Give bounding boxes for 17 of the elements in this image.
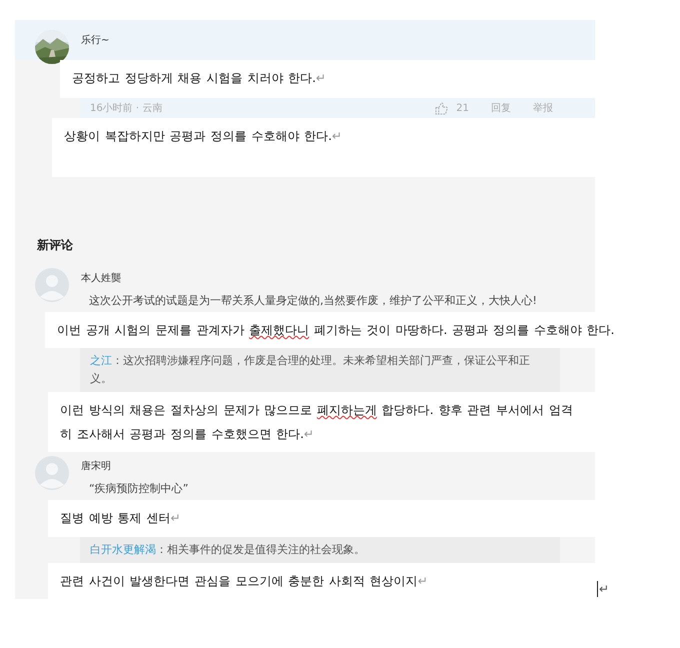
- reply-text: 之江：这次招聘涉嫌程序问题，作废是合理的处理。未来希望相关部门严查，保证公平和正义。: [90, 353, 531, 387]
- reply-text: 白开水更解渴：相关事件的促发是值得关注的社会现象。: [90, 542, 366, 558]
- translation-text: 질병 예방 통제 센터↵: [48, 500, 595, 537]
- author-name[interactable]: 乐行~: [81, 33, 110, 47]
- section-heading: 新评论: [36, 237, 74, 254]
- comment-text: “疾病预防控制中心”: [89, 481, 190, 497]
- author-name[interactable]: 唐宋明: [81, 459, 539, 473]
- author-name[interactable]: 本人姓龑: [81, 271, 539, 285]
- translation-text: 상황이 복잡하지만 공평과 정의를 수호해야 한다.↵: [52, 118, 595, 177]
- comment-text: 这次公开考试的试题是为一帮关系人量身定做的,当然要作废，维护了公平和正义，大快人心!: [89, 293, 538, 309]
- thumbs-up-icon[interactable]: [435, 102, 448, 114]
- translation-text: 공정하고 정당하게 채용 시험을 치러야 한다.↵: [60, 60, 595, 98]
- timestamp: 16小时前 · 云南: [90, 102, 164, 115]
- like-count: 21: [456, 102, 469, 114]
- text-cursor: ↵: [597, 581, 610, 597]
- translation-text: 관련 사건이 발생한다면 관심을 모으기에 충분한 사회적 현상이지↵: [48, 563, 595, 599]
- translation-text: 이런 방식의 채용은 절차상의 문제가 많으므로 폐지하는게 합당하다. 향후 관련 부서에서 엄격히 조사해서 공평과 정의를 수호했으면 한다.↵: [48, 392, 595, 452]
